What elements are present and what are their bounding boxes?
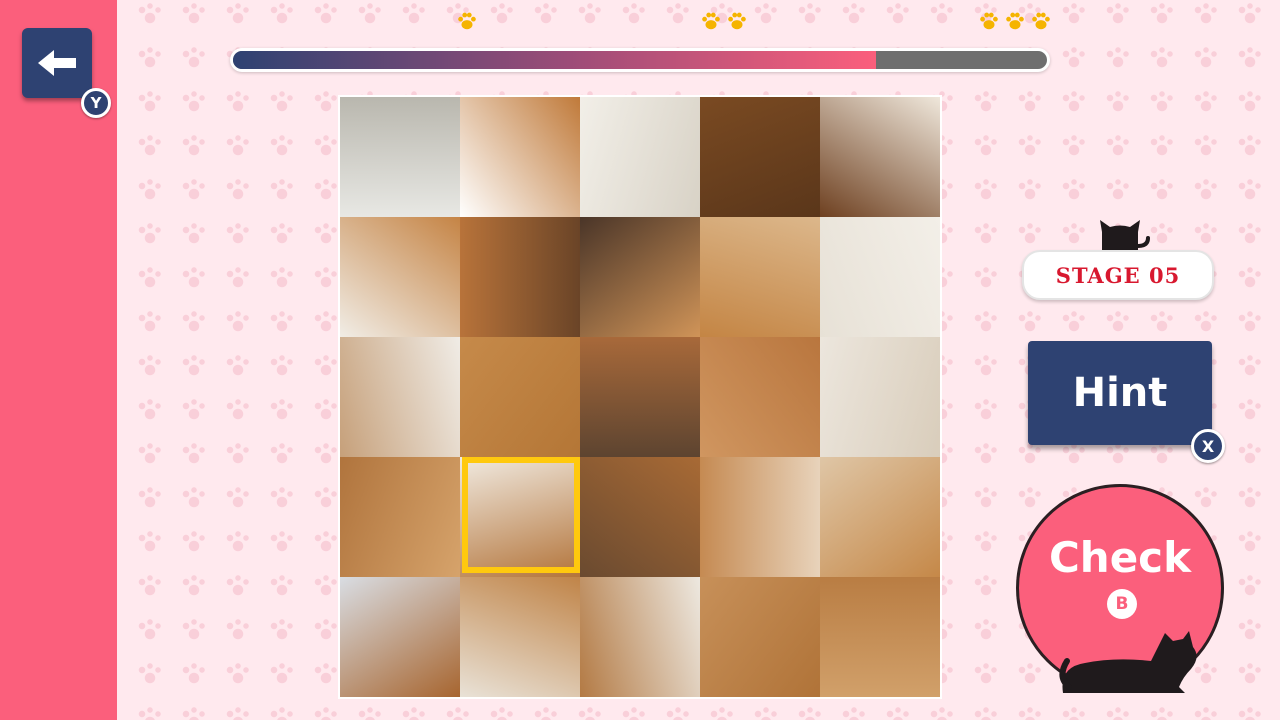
puzzle-grid	[340, 97, 940, 697]
progress-bar	[230, 48, 1050, 72]
milestone-1-paw	[456, 10, 478, 32]
puzzle-tile[interactable]	[820, 457, 940, 577]
puzzle-tile[interactable]	[460, 577, 580, 697]
puzzle-tile[interactable]	[700, 457, 820, 577]
puzzle-tile[interactable]	[580, 97, 700, 217]
puzzle-tile[interactable]	[820, 97, 940, 217]
puzzle-tile[interactable]	[700, 577, 820, 697]
milestone-3-paws	[978, 10, 1052, 32]
puzzle-tile[interactable]	[460, 337, 580, 457]
back-button[interactable]	[22, 28, 92, 98]
puzzle-tile[interactable]	[340, 217, 460, 337]
hint-button-label: Hint	[1072, 370, 1168, 416]
progress-track	[233, 51, 1047, 69]
paw-icon	[458, 12, 476, 30]
puzzle-tile[interactable]	[460, 97, 580, 217]
puzzle-tile[interactable]	[580, 577, 700, 697]
paw-icon	[1032, 12, 1050, 30]
puzzle-tile[interactable]	[340, 337, 460, 457]
check-button-label: Check	[1048, 533, 1192, 582]
paw-icon	[702, 12, 720, 30]
puzzle-tile[interactable]	[820, 577, 940, 697]
progress-fill	[233, 51, 877, 69]
puzzle-board	[338, 95, 942, 699]
puzzle-tile[interactable]	[700, 97, 820, 217]
paw-icon	[1006, 12, 1024, 30]
puzzle-tile[interactable]	[700, 337, 820, 457]
puzzle-tile[interactable]	[340, 97, 460, 217]
check-button-badge: B	[1107, 589, 1137, 619]
puzzle-tile[interactable]	[820, 337, 940, 457]
puzzle-tile[interactable]	[580, 337, 700, 457]
puzzle-tile[interactable]	[820, 217, 940, 337]
milestone-2-paws	[700, 10, 748, 32]
puzzle-tile[interactable]	[460, 217, 580, 337]
cat-silhouette-icon	[1059, 631, 1197, 693]
puzzle-tile[interactable]	[460, 457, 580, 577]
puzzle-tile[interactable]	[580, 457, 700, 577]
back-arrow-icon	[38, 50, 76, 76]
puzzle-tile[interactable]	[340, 457, 460, 577]
puzzle-tile[interactable]	[700, 217, 820, 337]
hint-button-badge: X	[1191, 429, 1225, 463]
cat-silhouette-icon	[1100, 220, 1150, 254]
check-button[interactable]: Check B	[1016, 484, 1224, 693]
paw-icon	[728, 12, 746, 30]
paw-icon	[980, 12, 998, 30]
puzzle-tile[interactable]	[340, 577, 460, 697]
stage-label: STAGE 05	[1022, 250, 1214, 300]
hint-button[interactable]: Hint	[1028, 341, 1212, 445]
puzzle-tile[interactable]	[580, 217, 700, 337]
back-button-badge: Y	[81, 88, 111, 118]
